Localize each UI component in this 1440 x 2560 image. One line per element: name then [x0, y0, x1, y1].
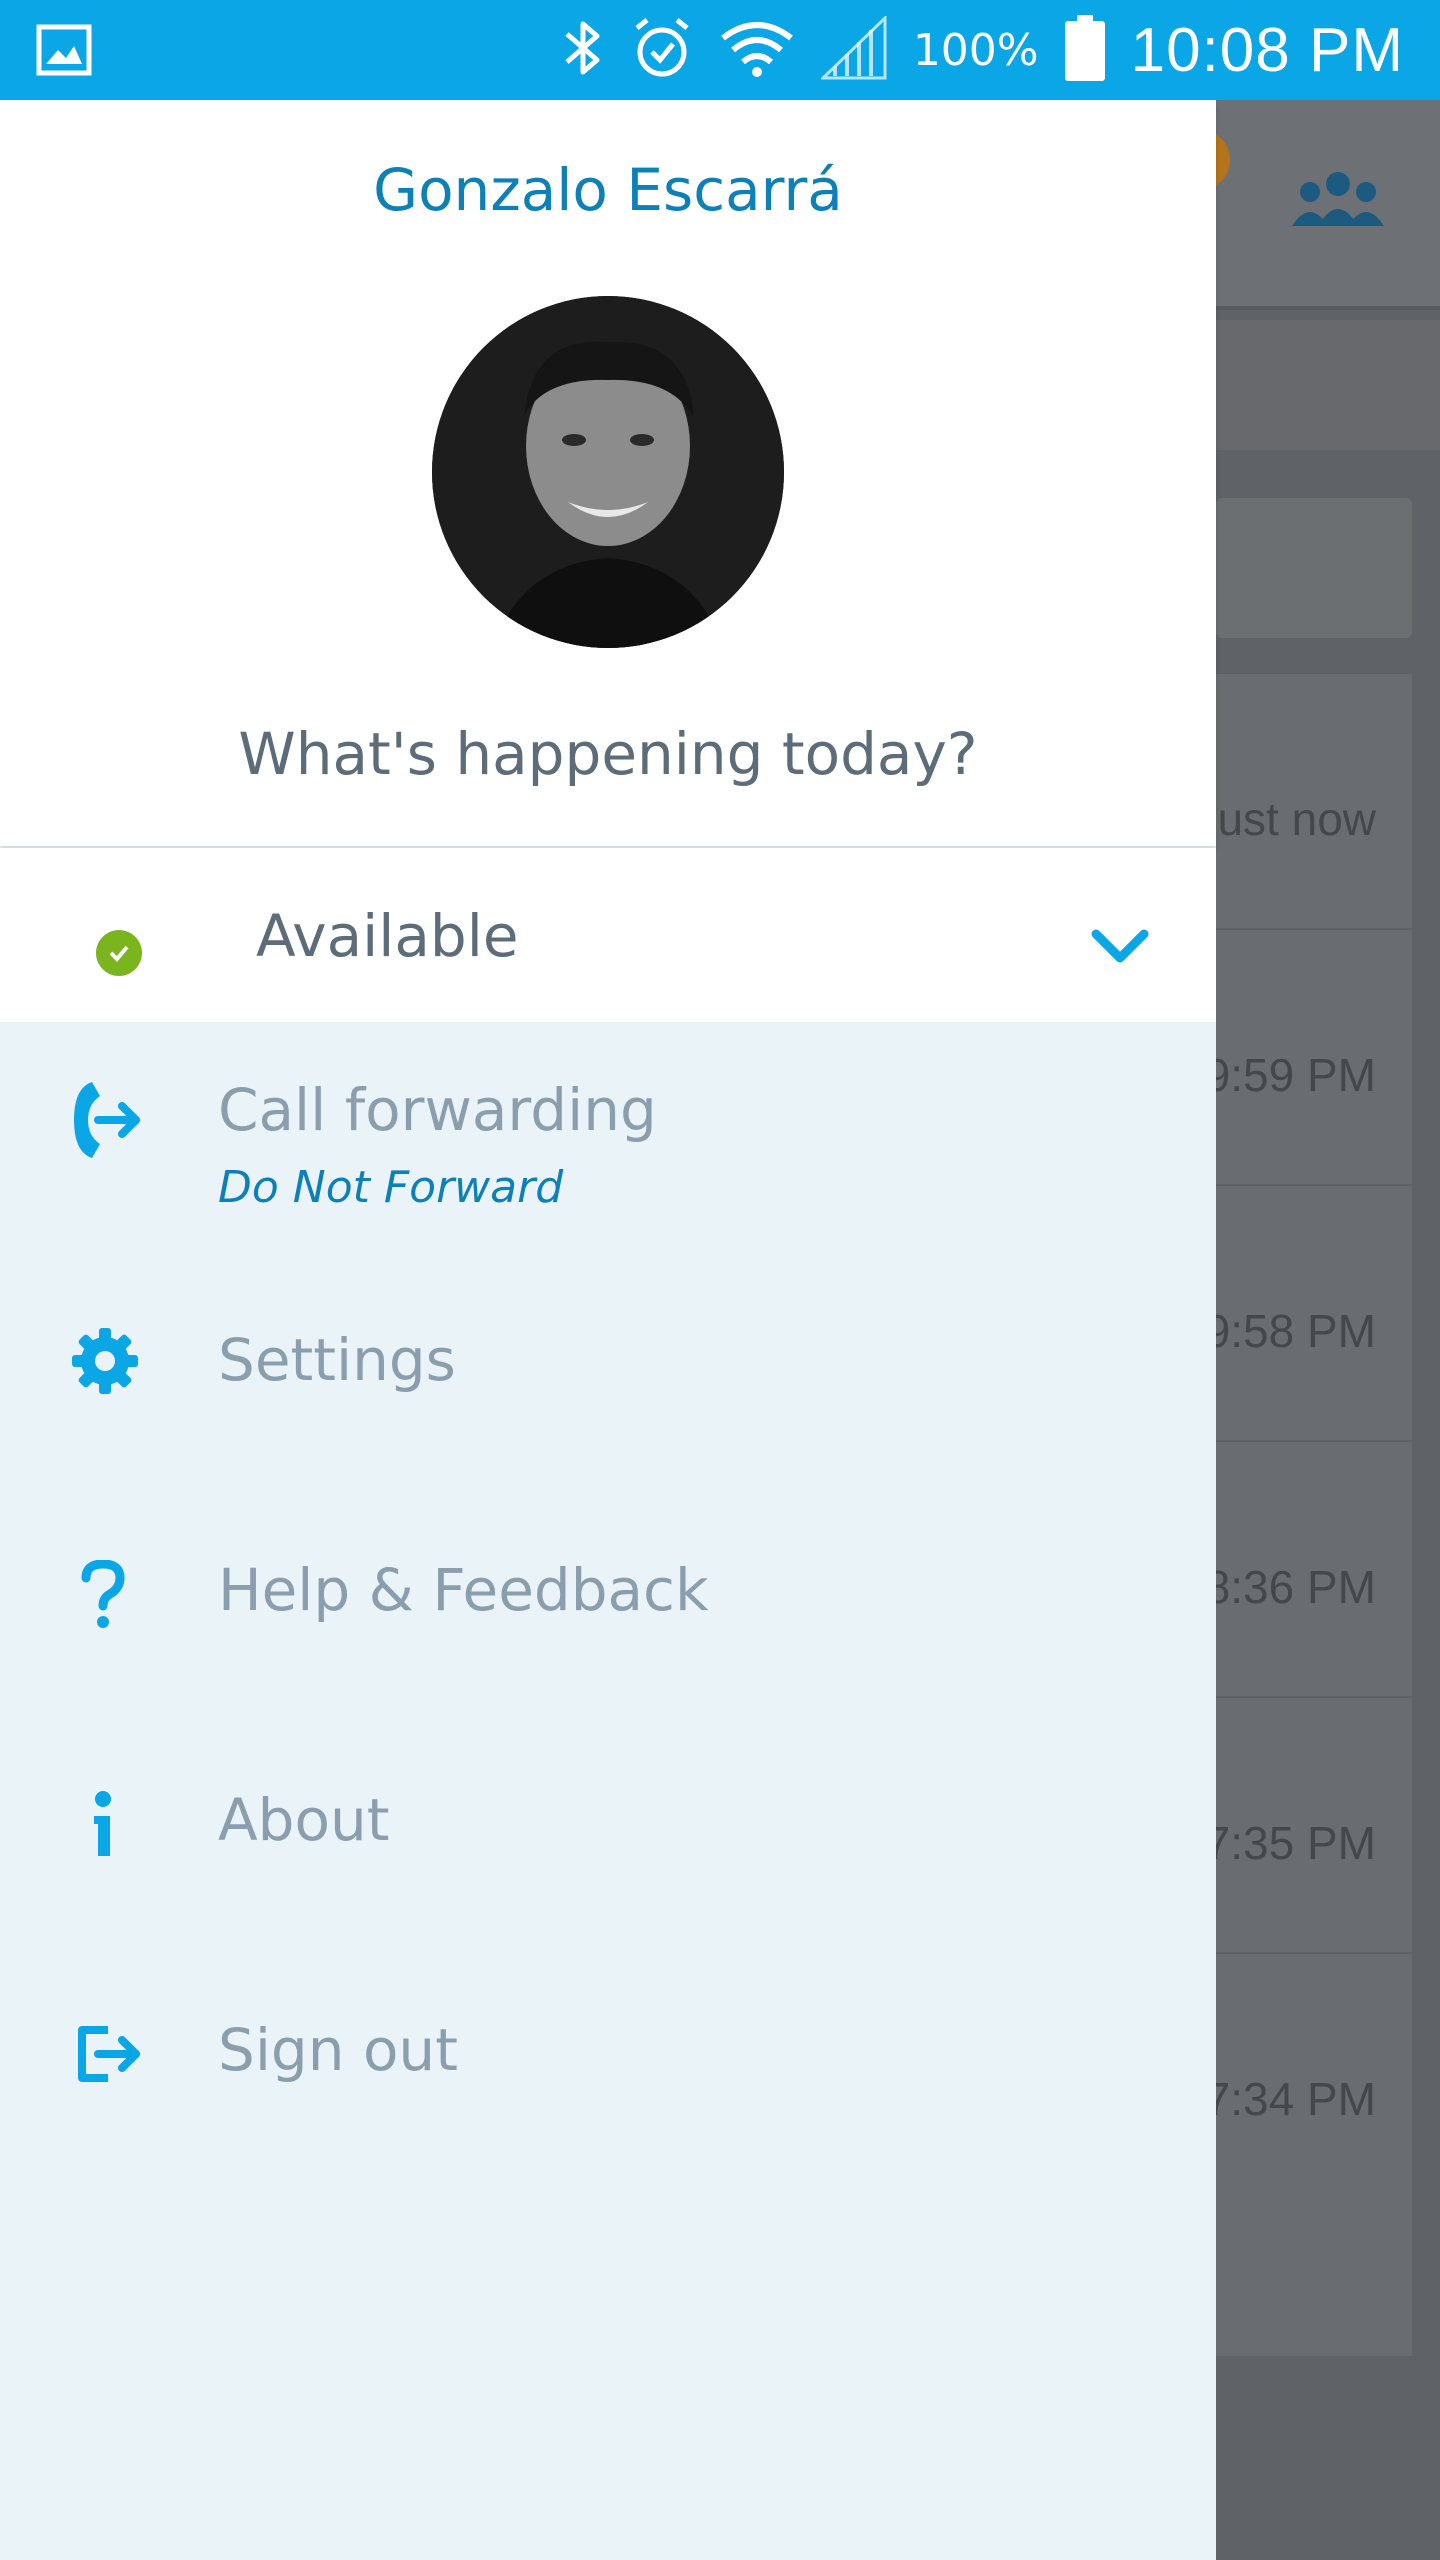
row-time: 9:59 PM	[1204, 1049, 1376, 1101]
status-bar: 100% 10:08 PM	[0, 0, 1440, 100]
call-forwarding-status: Do Not Forward	[218, 1162, 564, 1213]
wifi-icon	[719, 18, 795, 82]
navigation-drawer: Gonzalo Escarrá What's happening today? …	[0, 100, 1216, 2560]
menu-item-label: Help & Feedback	[218, 1556, 709, 1624]
battery-icon	[1064, 15, 1105, 85]
battery-percent: 100%	[912, 24, 1039, 76]
background-card	[1216, 498, 1412, 638]
menu-item-sign-out[interactable]: Sign out	[0, 2016, 1216, 2220]
availability-selector[interactable]: Available	[0, 848, 1216, 1022]
row-time: ust now	[1217, 793, 1376, 845]
row-time: 9:58 PM	[1204, 1305, 1376, 1357]
background-row: 7:34 PM	[1205, 1952, 1412, 2210]
menu-item-about[interactable]: About	[0, 1786, 1216, 1990]
profile-section: Gonzalo Escarrá What's happening today?	[0, 100, 1216, 846]
status-message-field[interactable]: What's happening today?	[0, 720, 1216, 788]
menu-item-label: About	[218, 1786, 390, 1854]
row-time: 7:34 PM	[1204, 2073, 1376, 2125]
sign-out-icon	[76, 2024, 142, 2088]
avatar[interactable]	[432, 296, 784, 648]
chevron-down-icon[interactable]	[1090, 926, 1150, 970]
help-icon	[80, 1559, 126, 1634]
gear-icon	[70, 1326, 140, 1400]
profile-name[interactable]: Gonzalo Escarrá	[0, 156, 1216, 224]
background-row: 9:59 PM	[1205, 928, 1412, 1186]
gallery-icon	[36, 24, 92, 80]
row-time: 8:36 PM	[1204, 1561, 1376, 1613]
menu-item-label: Call forwarding	[218, 1076, 657, 1144]
alarm-icon	[631, 16, 693, 84]
available-status-icon	[96, 930, 142, 976]
row-time: 7:35 PM	[1204, 1817, 1376, 1869]
clock: 10:08 PM	[1130, 15, 1404, 85]
background-list: ust now 9:59 PM 9:58 PM 8:36 PM 7:35 PM …	[1205, 672, 1412, 2356]
menu-item-help-feedback[interactable]: Help & Feedback	[0, 1556, 1216, 1760]
menu-item-settings[interactable]: Settings	[0, 1326, 1216, 1530]
info-icon	[88, 1790, 118, 1864]
signal-icon	[819, 14, 887, 84]
background-row: 8:36 PM	[1205, 1440, 1412, 1698]
bluetooth-icon	[561, 16, 605, 84]
availability-label: Available	[256, 902, 519, 970]
background-row: ust now	[1216, 672, 1412, 930]
call-forwarding-icon	[70, 1078, 144, 1166]
menu-item-label: Settings	[218, 1326, 456, 1394]
contacts-icon	[1290, 170, 1386, 238]
background-row: 9:58 PM	[1205, 1184, 1412, 1442]
background-row: 7:35 PM	[1205, 1696, 1412, 1954]
menu-item-label: Sign out	[218, 2016, 458, 2084]
menu-item-call-forwarding[interactable]: Call forwarding Do Not Forward	[0, 1050, 1216, 1250]
